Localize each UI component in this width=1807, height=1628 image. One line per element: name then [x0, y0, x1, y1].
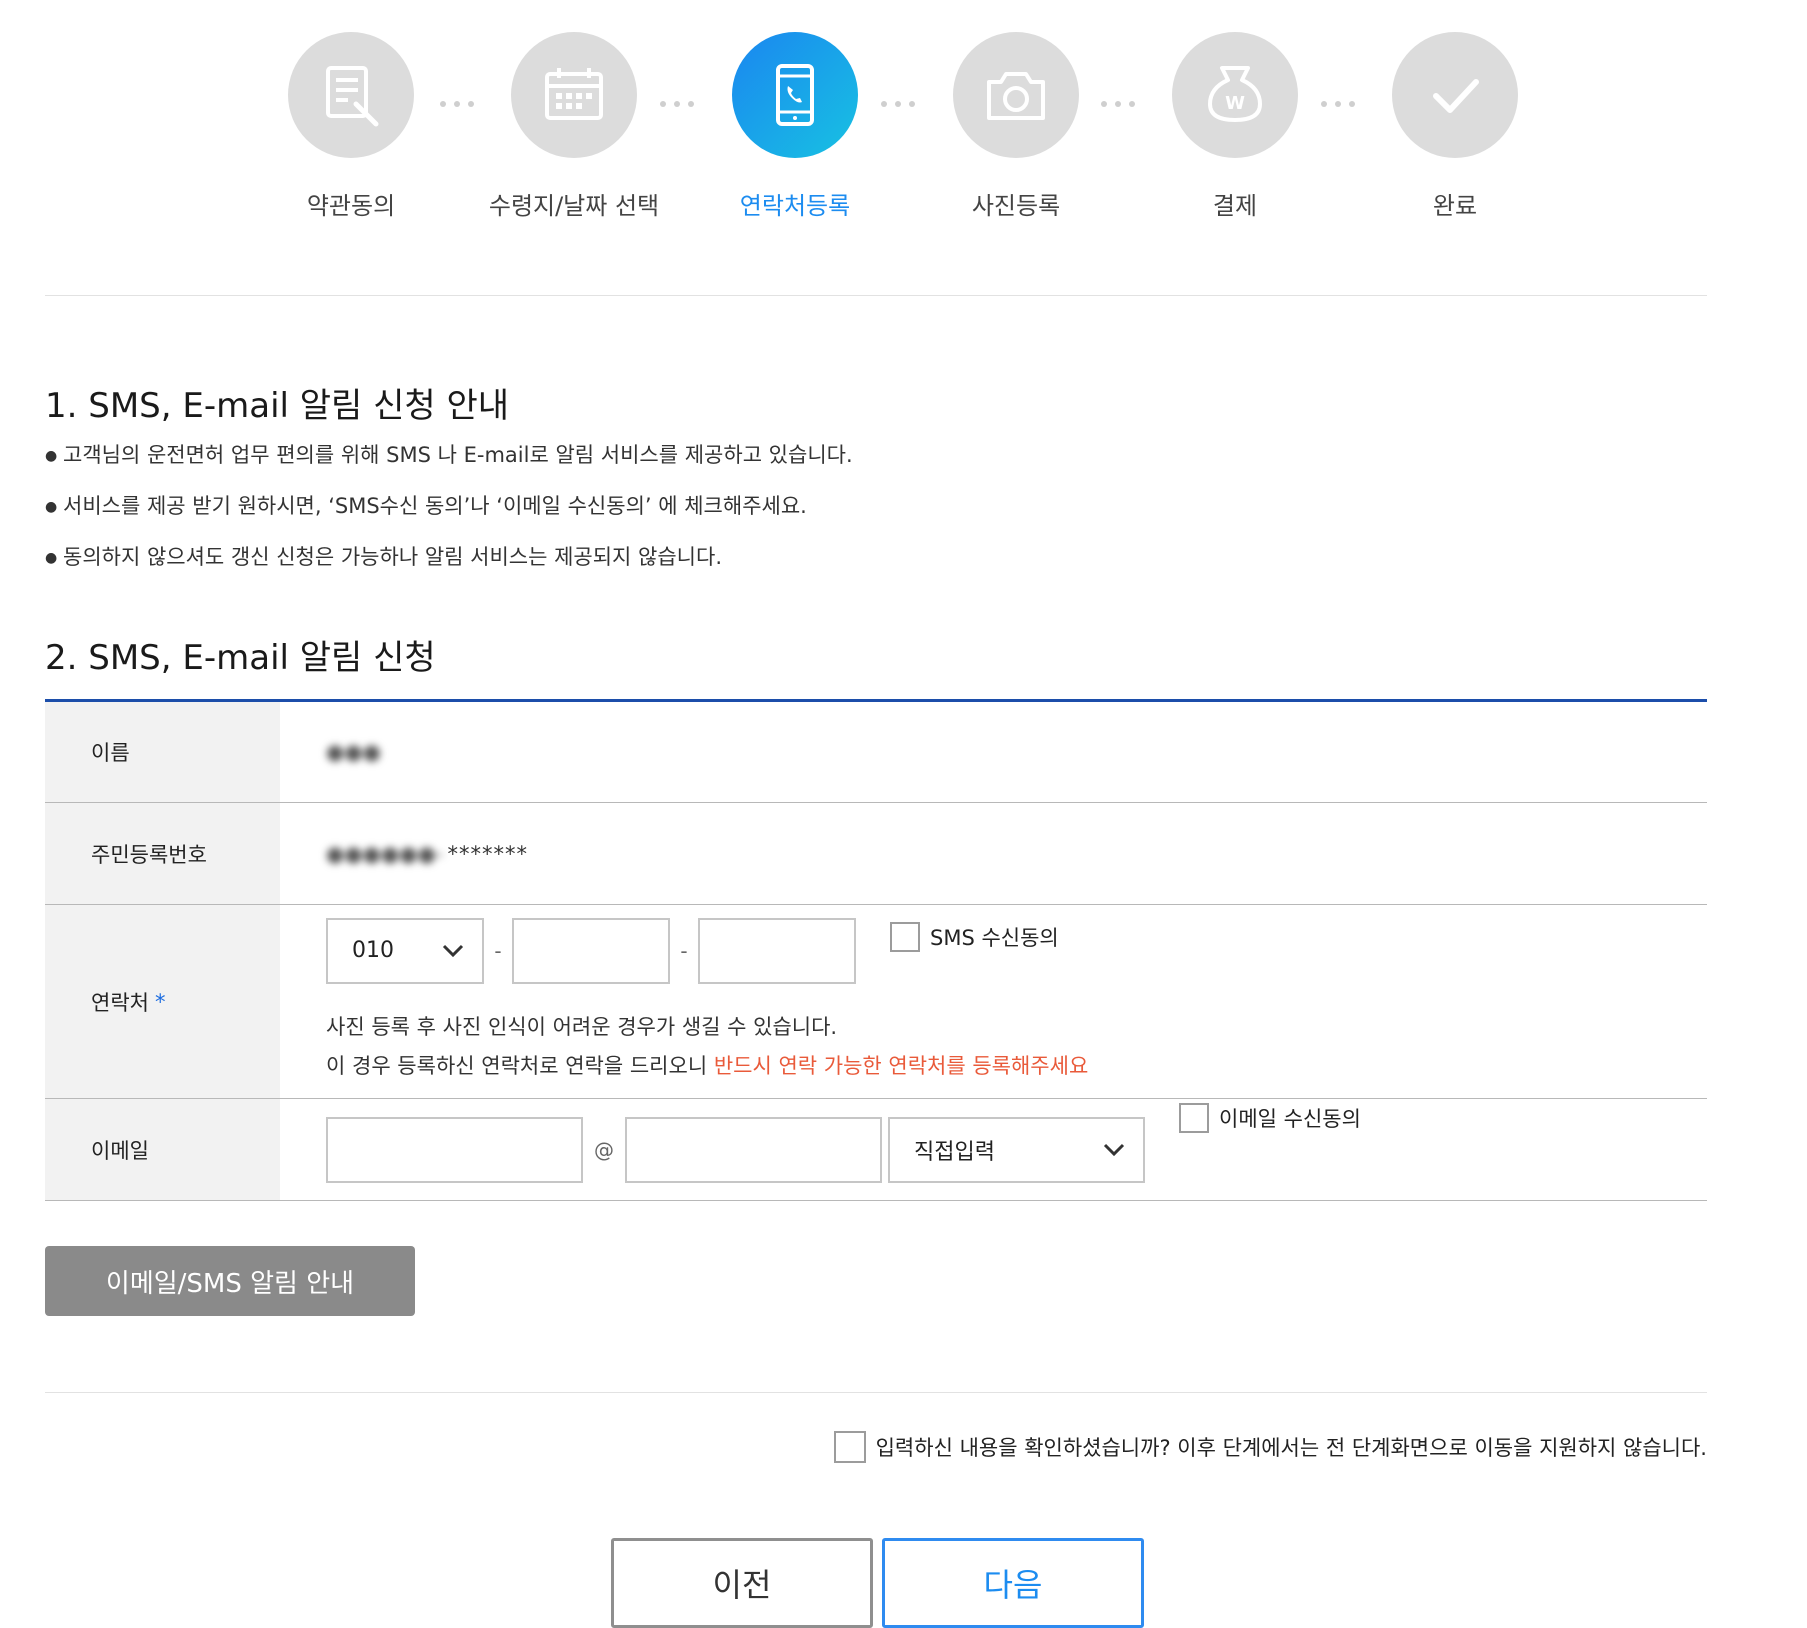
smartphone-call-icon [776, 64, 814, 126]
prev-button[interactable]: 이전 [611, 1538, 873, 1628]
phone-last-input[interactable] [698, 917, 856, 984]
section-title-signup: 2. SMS, E-mail 알림 신청 [45, 638, 436, 678]
email-consent-label: 이메일 수신동의 [1219, 1107, 1361, 1131]
phone-separator: - [680, 938, 688, 963]
step-circle [511, 32, 637, 158]
email-consent[interactable]: 이메일 수신동의 [1179, 1103, 1361, 1133]
step-complete: 완료 [1345, 32, 1565, 221]
calendar-icon [545, 68, 603, 120]
email-label: 이메일 [45, 1099, 280, 1200]
phone-inputs: 010 - - SMS 수신동의 [326, 917, 1059, 984]
confirm-label: 입력하신 내용을 확인하셨습니까? 이후 단계에서는 전 단계화면으로 이동을 … [875, 1436, 1707, 1460]
notification-guide-button[interactable]: 이메일/SMS 알림 안내 [45, 1246, 415, 1316]
step-label: 사진등록 [971, 192, 1061, 220]
email-value-cell: @ 직접입력 이메일 수신동의 [280, 1099, 1707, 1200]
checkmark-icon [1433, 79, 1479, 113]
divider [45, 1392, 1707, 1393]
step-circle: W [1172, 32, 1298, 158]
phone-label: 연락처 * [45, 905, 280, 1098]
table-row-rrn: 주민등록번호 ●●●●●●- ******* [45, 803, 1707, 905]
email-consent-checkbox[interactable] [1179, 1103, 1209, 1133]
step-contact: 연락처등록 [685, 32, 905, 221]
next-button[interactable]: 다음 [882, 1538, 1144, 1628]
required-mark: * [154, 989, 166, 1014]
step-label: 약관동의 [306, 192, 396, 220]
svg-text:W: W [1225, 93, 1245, 114]
name-value: ●●● [326, 740, 381, 764]
step-label: 결제 [1212, 192, 1258, 220]
divider [45, 295, 1707, 296]
email-local-input[interactable] [326, 1116, 583, 1183]
won-pouch-icon: W [1208, 66, 1262, 122]
chevron-down-icon [442, 944, 464, 957]
step-date: 수령지/날짜 선택 [464, 32, 684, 221]
chevron-down-icon [1103, 1143, 1125, 1156]
email-domain-input[interactable] [625, 1116, 882, 1183]
step-circle [1392, 32, 1518, 158]
step-photo: 사진등록 [906, 32, 1126, 221]
name-label: 이름 [45, 702, 280, 802]
phone-separator: - [494, 938, 502, 963]
step-label: 완료 [1432, 192, 1478, 220]
email-domain-select[interactable]: 직접입력 [888, 1116, 1145, 1183]
sms-consent-checkbox[interactable] [890, 921, 920, 952]
step-terms: 약관동의 [241, 32, 461, 221]
page: 약관동의 수령지/날짜 선택 연락처등록 사진등록 W 결제 완료 1. SMS… [0, 0, 1807, 1628]
phone-notice: 사진 등록 후 사진 인식이 어려운 경우가 생길 수 있습니다. 이 경우 등… [326, 1014, 1089, 1078]
list-item: ● 고객님의 운전면허 업무 편의를 위해 SMS 나 E-mail로 알림 서비… [45, 443, 853, 467]
at-sign: @ [594, 1137, 614, 1162]
sms-consent-label: SMS 수신동의 [930, 925, 1059, 950]
step-label: 연락처등록 [739, 192, 851, 220]
rrn-stars: ******* [447, 841, 529, 866]
step-payment: W 결제 [1125, 32, 1345, 221]
rrn-value-masked: ●●●●●●- [326, 841, 444, 866]
step-circle [953, 32, 1079, 158]
list-item: ● 동의하지 않으셔도 갱신 신청은 가능하나 알림 서비스는 제공되지 않습니다… [45, 545, 722, 569]
signup-form-table: 이름 ●●● 주민등록번호 ●●●●●●- ******* 연락처* 010 [45, 699, 1707, 1201]
step-label: 수령지/날짜 선택 [488, 192, 660, 220]
section-title-notice: 1. SMS, E-mail 알림 신청 안내 [45, 386, 510, 426]
step-circle [732, 32, 858, 158]
step-circle [288, 32, 414, 158]
rrn-value-cell: ●●●●●●- ******* [280, 803, 1707, 904]
phone-warning: 반드시 연락 가능한 연락처를 등록해주세요 [713, 1053, 1089, 1078]
name-value-cell: ●●● [280, 702, 1707, 802]
rrn-label: 주민등록번호 [45, 803, 280, 904]
phone-middle-input[interactable] [512, 917, 670, 984]
phone-value-cell: 010 - - SMS 수신동의 사진 등록 후 사진 인식이 어려운 경우가 … [280, 905, 1707, 1098]
confirm-checkbox[interactable] [833, 1431, 866, 1463]
table-row-email: 이메일 @ 직접입력 이메일 수신동의 [45, 1099, 1707, 1201]
notice-list: ● 고객님의 운전면허 업무 편의를 위해 SMS 나 E-mail로 알림 서비… [45, 440, 853, 593]
list-item: ● 서비스를 제공 받기 원하시면, ‘SMS수신 동의’나 ‘이메일 수신동의’… [45, 494, 807, 518]
table-row-phone: 연락처 * 010 - - SMS 수신동의 사진 등록 후 사진 인식이 어려… [45, 905, 1707, 1099]
sms-consent[interactable]: SMS 수신동의 [890, 921, 1059, 952]
progress-stepper: 약관동의 수령지/날짜 선택 연락처등록 사진등록 W 결제 완료 [0, 0, 1807, 240]
document-edit-icon [326, 66, 379, 127]
camera-icon [987, 72, 1045, 120]
confirm-checkbox-row[interactable]: 입력하신 내용을 확인하셨습니까? 이후 단계에서는 전 단계화면으로 이동을 … [833, 1431, 1707, 1463]
table-row-name: 이름 ●●● [45, 702, 1707, 803]
phone-prefix-select[interactable]: 010 [326, 917, 484, 984]
